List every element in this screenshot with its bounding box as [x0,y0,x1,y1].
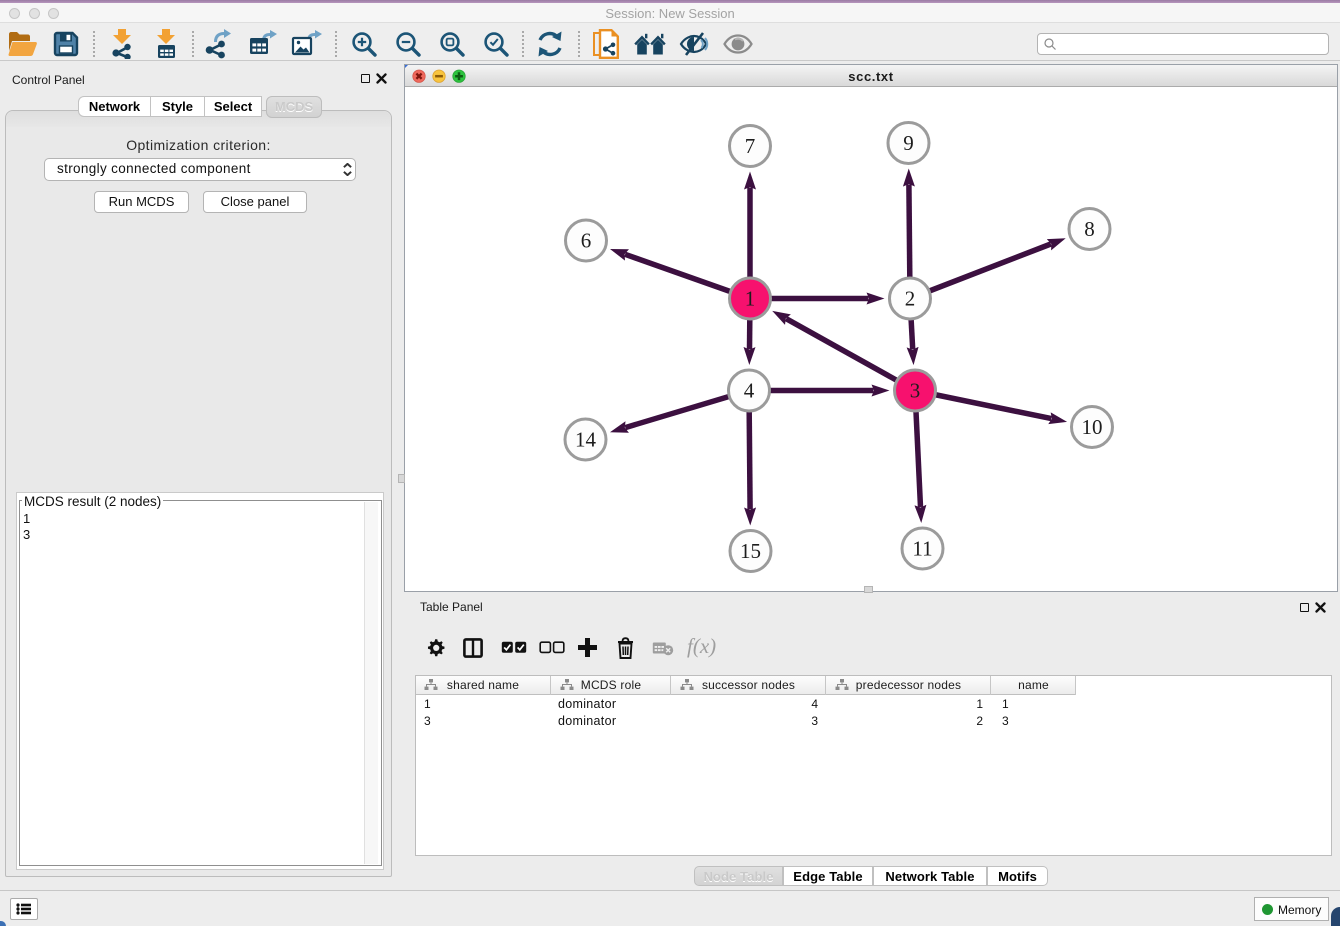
svg-text:15: 15 [740,539,761,563]
svg-text:6: 6 [581,229,592,253]
svg-text:4: 4 [744,379,755,403]
svg-text:8: 8 [1084,217,1095,241]
svg-text:2: 2 [905,287,916,311]
svg-text:10: 10 [1082,415,1103,439]
svg-text:14: 14 [575,428,597,452]
svg-text:7: 7 [745,134,756,158]
svg-text:9: 9 [903,131,914,155]
svg-text:3: 3 [910,379,921,403]
svg-text:1: 1 [745,287,756,311]
svg-text:11: 11 [912,537,932,561]
